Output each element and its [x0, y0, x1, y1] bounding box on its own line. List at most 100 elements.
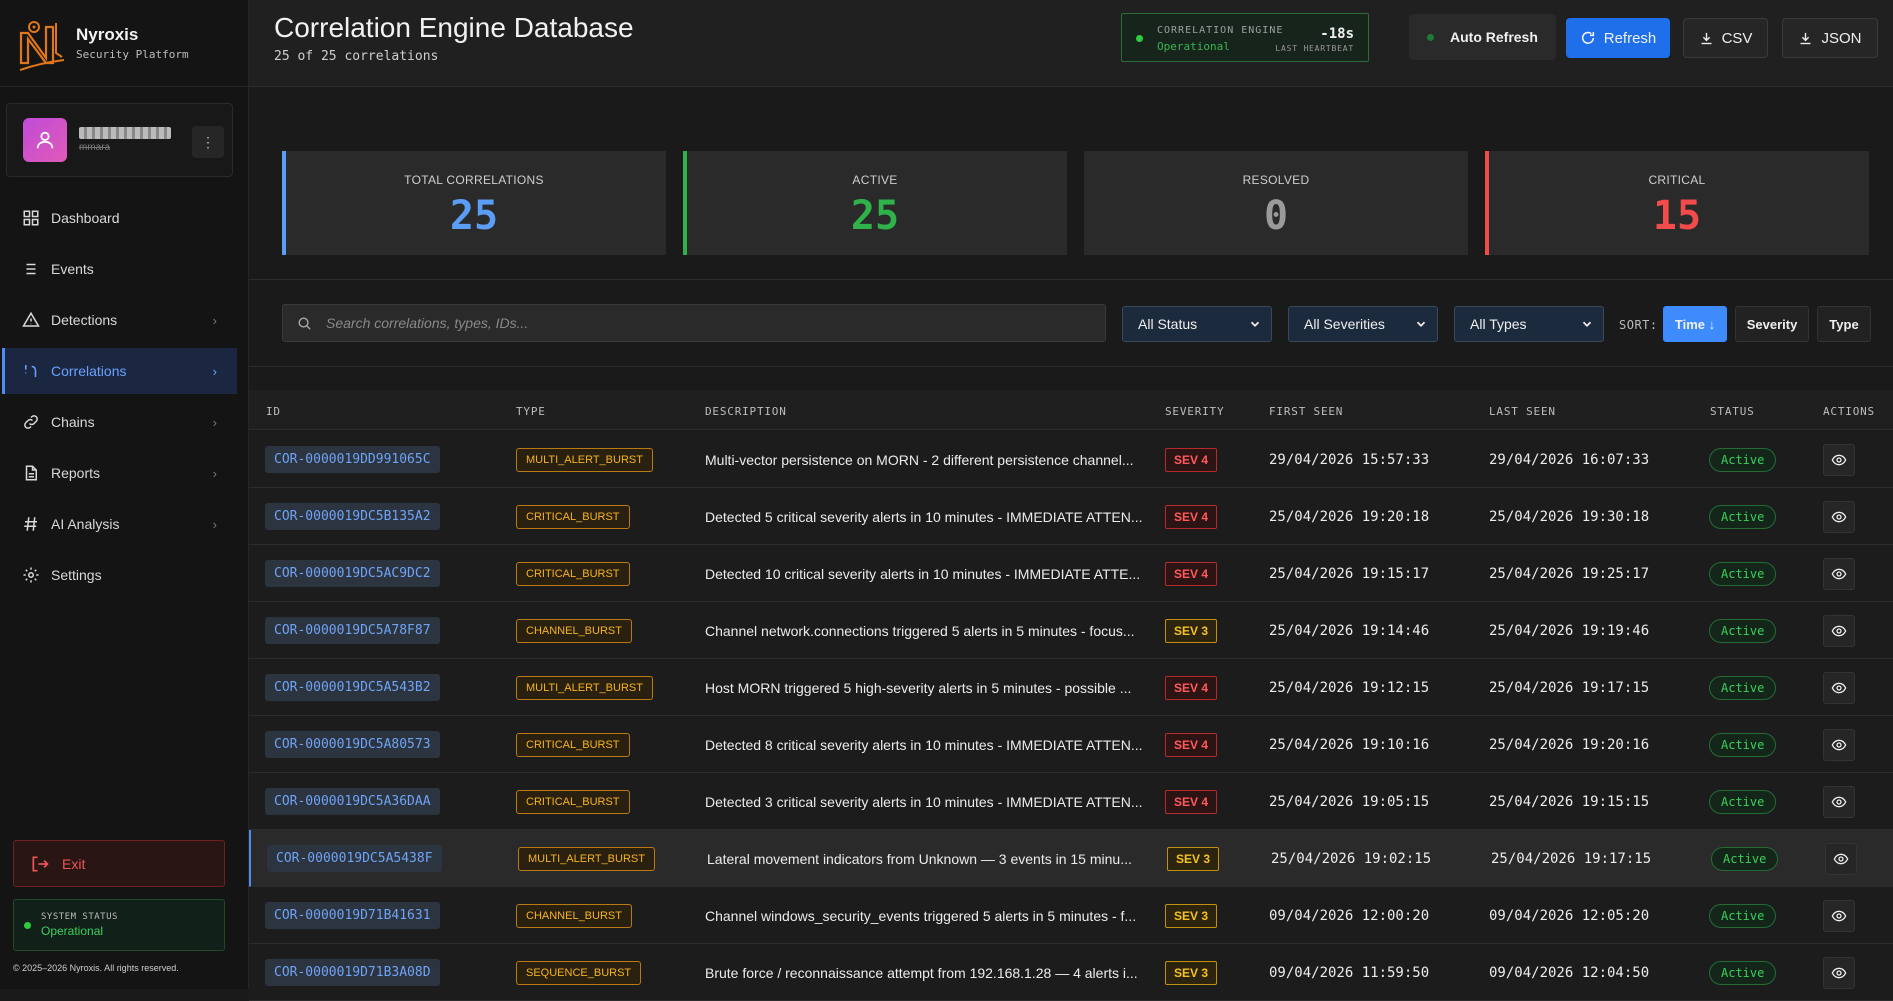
- user-card[interactable]: mmara ⋮: [6, 103, 233, 177]
- sidebar-item-label: Events: [51, 261, 94, 277]
- chevron-right-icon: ›: [212, 465, 217, 481]
- column-header-id[interactable]: ID: [266, 405, 281, 418]
- stat-label: ACTIVE: [852, 173, 898, 187]
- chevron-down-icon: [1250, 321, 1260, 327]
- type-badge: CRITICAL_BURST: [516, 789, 630, 814]
- type-badge: MULTI_ALERT_BURST: [516, 675, 653, 700]
- first-seen-text: 25/04/2026 19:10:16: [1269, 736, 1430, 753]
- column-header-description[interactable]: DESCRIPTION: [705, 405, 787, 418]
- exit-button[interactable]: Exit: [13, 840, 225, 887]
- view-button[interactable]: [1823, 500, 1855, 533]
- view-button[interactable]: [1825, 842, 1857, 875]
- status-dot-icon: [24, 921, 31, 929]
- search-icon: [298, 317, 311, 330]
- description-text: Channel network.connections triggered 5 …: [705, 622, 1135, 639]
- user-menu-button[interactable]: ⋮: [192, 126, 224, 158]
- sort-time-button[interactable]: Time ↓: [1663, 306, 1727, 342]
- view-button[interactable]: [1823, 614, 1855, 647]
- sidebar-item-chains[interactable]: Chains ›: [2, 399, 237, 445]
- correlation-id-link[interactable]: COR-0000019DC5A78F87: [265, 617, 440, 644]
- sidebar-item-reports[interactable]: Reports ›: [2, 450, 237, 496]
- sidebar-item-ai-analysis[interactable]: AI Analysis ›: [2, 501, 237, 547]
- sidebar-item-settings[interactable]: Settings: [2, 552, 237, 598]
- view-button[interactable]: [1823, 956, 1855, 989]
- table-row[interactable]: COR-0000019DC5A80573 CRITICAL_BURST Dete…: [249, 716, 1893, 773]
- type-badge: CRITICAL_BURST: [516, 504, 630, 529]
- stat-active: ACTIVE 25: [683, 151, 1067, 255]
- last-seen-text: 25/04/2026 19:17:15: [1489, 679, 1650, 696]
- refresh-button[interactable]: Refresh: [1566, 18, 1670, 58]
- status-filter-select[interactable]: All Status: [1122, 306, 1272, 342]
- type-filter-select[interactable]: All Types: [1454, 306, 1604, 342]
- column-header-type[interactable]: TYPE: [516, 405, 546, 418]
- correlation-id-link[interactable]: COR-0000019DC5A5438F: [267, 845, 442, 872]
- type-badge: CHANNEL_BURST: [516, 618, 632, 643]
- correlation-id-link[interactable]: COR-0000019D71B41631: [265, 902, 440, 929]
- table-row[interactable]: COR-0000019D71B3A08D SEQUENCE_BURST Brut…: [249, 944, 1893, 1001]
- view-button[interactable]: [1823, 557, 1855, 590]
- description-text: Brute force / reconnaissance attempt fro…: [705, 964, 1138, 981]
- correlation-id-link[interactable]: COR-0000019DC5A36DAA: [265, 788, 440, 815]
- export-csv-button[interactable]: CSV: [1683, 18, 1768, 58]
- stat-resolved: RESOLVED 0: [1084, 151, 1468, 255]
- view-button[interactable]: [1823, 443, 1855, 476]
- sidebar-item-label: Reports: [51, 465, 101, 481]
- first-seen-text: 25/04/2026 19:15:17: [1269, 565, 1430, 582]
- correlation-id-link[interactable]: COR-0000019DC5A543B2: [265, 674, 440, 701]
- view-button[interactable]: [1823, 671, 1855, 704]
- eye-icon: [1831, 566, 1847, 582]
- auto-refresh-toggle[interactable]: Auto Refresh: [1409, 14, 1556, 60]
- brand-name: Nyroxis: [76, 25, 139, 44]
- sidebar-item-label: Dashboard: [51, 210, 120, 226]
- link-icon: [21, 412, 41, 432]
- status-badge: Active: [1709, 561, 1777, 586]
- table-row[interactable]: COR-0000019DC5AC9DC2 CRITICAL_BURST Dete…: [249, 545, 1893, 602]
- sidebar-item-events[interactable]: Events: [2, 246, 237, 292]
- table-row[interactable]: COR-0000019D71B41631 CHANNEL_BURST Chann…: [249, 887, 1893, 944]
- exit-icon: [32, 856, 49, 871]
- status-badge: Active: [1709, 732, 1777, 757]
- severity-filter-select[interactable]: All Severities: [1288, 306, 1438, 342]
- table-row[interactable]: COR-0000019DD991065C MULTI_ALERT_BURST M…: [249, 431, 1893, 488]
- engine-status-dot-icon: [1136, 35, 1143, 42]
- correlation-id-link[interactable]: COR-0000019DC5B135A2: [265, 503, 440, 530]
- description-text: Multi-vector persistence on MORN - 2 dif…: [705, 451, 1134, 468]
- user-name-redacted: [79, 127, 171, 139]
- view-button[interactable]: [1823, 899, 1855, 932]
- column-header-first-seen[interactable]: FIRST SEEN: [1269, 405, 1343, 418]
- column-header-last-seen[interactable]: LAST SEEN: [1489, 405, 1556, 418]
- correlation-id-link[interactable]: COR-0000019DC5AC9DC2: [265, 560, 440, 587]
- table-row[interactable]: COR-0000019DC5B135A2 CRITICAL_BURST Dete…: [249, 488, 1893, 545]
- sidebar-item-detections[interactable]: Detections ›: [2, 297, 237, 343]
- chevron-right-icon: ›: [212, 414, 217, 430]
- sidebar-item-label: Correlations: [51, 363, 127, 379]
- chevron-right-icon: ›: [212, 516, 217, 532]
- table-row[interactable]: COR-0000019DC5A78F87 CHANNEL_BURST Chann…: [249, 602, 1893, 659]
- status-badge: Active: [1709, 447, 1777, 472]
- correlation-id-link[interactable]: COR-0000019DD991065C: [265, 446, 440, 473]
- last-seen-text: 25/04/2026 19:20:16: [1489, 736, 1650, 753]
- eye-icon: [1831, 794, 1847, 810]
- description-text: Lateral movement indicators from Unknown…: [707, 850, 1132, 867]
- sort-type-button[interactable]: Type: [1817, 306, 1871, 342]
- table-row[interactable]: COR-0000019DC5A5438F MULTI_ALERT_BURST L…: [249, 830, 1893, 887]
- sidebar-item-correlations[interactable]: Correlations ›: [2, 348, 237, 394]
- table-row[interactable]: COR-0000019DC5A543B2 MULTI_ALERT_BURST H…: [249, 659, 1893, 716]
- correlation-id-link[interactable]: COR-0000019DC5A80573: [265, 731, 440, 758]
- table-row[interactable]: COR-0000019DC5A36DAA CRITICAL_BURST Dete…: [249, 773, 1893, 830]
- search-input[interactable]: [326, 315, 1086, 331]
- csv-label: CSV: [1721, 29, 1753, 47]
- first-seen-text: 25/04/2026 19:20:18: [1269, 508, 1430, 525]
- status-badge: Active: [1711, 846, 1779, 871]
- correlation-id-link[interactable]: COR-0000019D71B3A08D: [265, 959, 440, 986]
- export-json-button[interactable]: JSON: [1782, 18, 1878, 58]
- sort-severity-button[interactable]: Severity: [1735, 306, 1809, 342]
- view-button[interactable]: [1823, 728, 1855, 761]
- column-header-severity[interactable]: SEVERITY: [1165, 405, 1224, 418]
- search-box[interactable]: [282, 304, 1106, 342]
- view-button[interactable]: [1823, 785, 1855, 818]
- type-badge: MULTI_ALERT_BURST: [518, 846, 655, 871]
- stat-value: 25: [449, 193, 499, 239]
- sidebar-item-dashboard[interactable]: Dashboard: [2, 195, 237, 241]
- column-header-status[interactable]: STATUS: [1710, 405, 1755, 418]
